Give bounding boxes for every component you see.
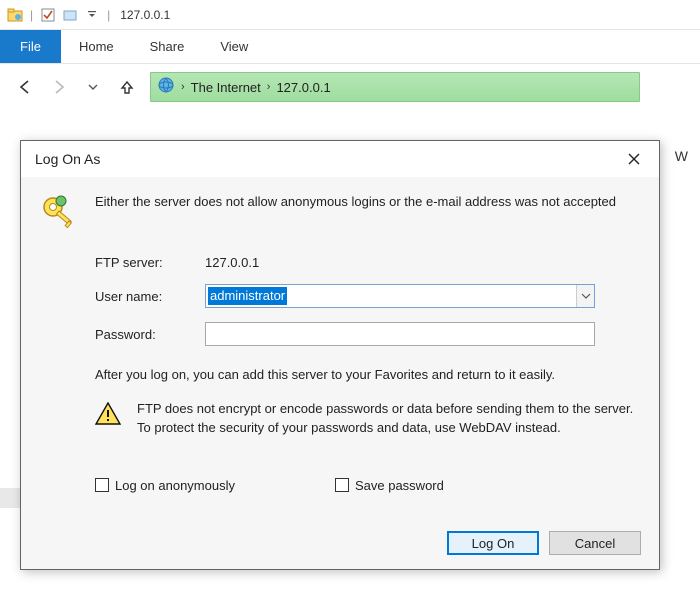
ftp-server-label: FTP server:	[95, 255, 205, 270]
key-icon	[37, 191, 81, 235]
internet-icon	[157, 76, 175, 99]
dialog-title: Log On As	[35, 151, 100, 167]
ftp-server-value: 127.0.0.1	[205, 255, 643, 270]
tab-home[interactable]: Home	[61, 30, 132, 63]
chevron-right-icon-2: ›	[267, 81, 271, 93]
qat-separator-2: |	[107, 8, 110, 22]
save-password-checkbox[interactable]: Save password	[335, 478, 444, 493]
side-letter: W	[675, 148, 688, 164]
chevron-down-icon[interactable]	[576, 285, 594, 307]
tab-share[interactable]: Share	[132, 30, 203, 63]
password-input[interactable]	[205, 322, 595, 346]
ribbon-tabs: File Home Share View	[0, 30, 700, 64]
logon-button[interactable]: Log On	[447, 531, 539, 555]
warning-icon	[95, 402, 123, 428]
new-folder-icon[interactable]	[61, 6, 79, 24]
save-password-label: Save password	[355, 478, 444, 493]
address-bar[interactable]: › The Internet › 127.0.0.1	[150, 72, 640, 102]
breadcrumb-path[interactable]: 127.0.0.1	[276, 80, 330, 95]
window-title: 127.0.0.1	[120, 8, 170, 22]
explorer-icon	[6, 6, 24, 24]
warning-text: FTP does not encrypt or encode passwords…	[137, 400, 643, 438]
qat-separator: |	[30, 8, 33, 22]
recent-locations-dropdown[interactable]	[82, 76, 104, 98]
logon-dialog: Log On As Either the server does not all…	[20, 140, 660, 570]
window-title-bar: | | 127.0.0.1	[0, 0, 700, 30]
cancel-button[interactable]: Cancel	[549, 531, 641, 555]
nav-pane-edge	[0, 488, 20, 508]
after-logon-text: After you log on, you can add this serve…	[95, 366, 643, 384]
properties-icon[interactable]	[39, 6, 57, 24]
username-combo[interactable]: administrator	[205, 284, 595, 308]
checkbox-box-2	[335, 478, 349, 492]
anon-checkbox-label: Log on anonymously	[115, 478, 235, 493]
navigation-bar: › The Internet › 127.0.0.1	[0, 64, 700, 110]
dialog-intro-text: Either the server does not allow anonymo…	[95, 191, 616, 235]
tab-file[interactable]: File	[0, 30, 61, 63]
qat-dropdown-icon[interactable]	[83, 6, 101, 24]
password-label: Password:	[95, 327, 205, 342]
chevron-right-icon: ›	[181, 81, 185, 93]
dialog-body: Either the server does not allow anonymo…	[21, 177, 659, 521]
tab-view[interactable]: View	[202, 30, 266, 63]
checkbox-box	[95, 478, 109, 492]
username-selection: administrator	[208, 287, 287, 305]
forward-button[interactable]	[48, 76, 70, 98]
breadcrumb-root[interactable]: The Internet	[191, 80, 261, 95]
username-label: User name:	[95, 289, 205, 304]
back-button[interactable]	[14, 76, 36, 98]
close-button[interactable]	[619, 147, 649, 171]
anon-checkbox[interactable]: Log on anonymously	[95, 478, 235, 493]
dialog-title-bar: Log On As	[21, 141, 659, 177]
up-button[interactable]	[116, 76, 138, 98]
